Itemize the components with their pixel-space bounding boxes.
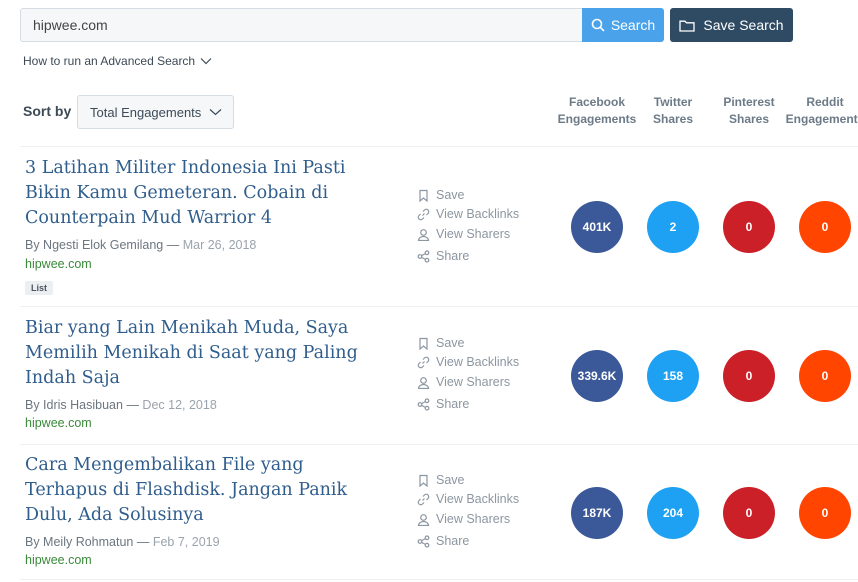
pinterest-shares-badge: 0	[723, 350, 775, 402]
view-backlinks-action[interactable]: View Backlinks	[417, 492, 519, 506]
view-backlinks-action[interactable]: View Backlinks	[417, 207, 519, 221]
article-byline: By Idris Hasibuan — Dec 12, 2018	[25, 398, 217, 412]
column-header-line: Reddit	[806, 95, 844, 109]
bookmark-icon	[419, 474, 428, 487]
divider	[20, 579, 858, 580]
view-backlinks-label: View Backlinks	[436, 207, 520, 221]
save-action[interactable]: Save	[417, 188, 465, 202]
save-action[interactable]: Save	[417, 336, 465, 350]
article-domain-link[interactable]: hipwee.com	[25, 553, 92, 567]
chevron-down-icon	[209, 109, 222, 116]
column-header-line: Twitter	[653, 95, 693, 109]
share-icon	[417, 397, 430, 411]
article-date: Mar 26, 2018	[182, 238, 257, 252]
article-domain-link[interactable]: hipwee.com	[25, 416, 92, 430]
view-sharers-action[interactable]: View Sharers	[417, 512, 510, 526]
column-header-facebook[interactable]: Facebook Engagements	[555, 94, 639, 128]
reddit-engagements-badge: 0	[799, 201, 851, 253]
facebook-engagements-badge: 339.6K	[571, 350, 623, 402]
advanced-search-label: How to run an Advanced Search	[23, 54, 196, 68]
column-header-line: Engagements	[557, 112, 637, 126]
view-backlinks-label: View Backlinks	[436, 492, 520, 506]
search-input[interactable]	[20, 8, 582, 42]
article-author: By Ngesti Elok Gemilang	[25, 238, 164, 252]
save-action-label: Save	[436, 336, 465, 350]
column-header-line: Shares	[652, 112, 694, 126]
article-title-link[interactable]: 3 Latihan Militer Indonesia Ini Pasti Bi…	[25, 156, 385, 231]
reddit-engagements-badge: 0	[799, 350, 851, 402]
link-icon	[417, 493, 430, 505]
user-icon	[417, 376, 430, 389]
user-icon	[417, 228, 430, 241]
article-author: By Idris Hasibuan	[25, 398, 123, 412]
share-icon	[417, 534, 430, 548]
sort-select[interactable]: Total Engagements	[77, 95, 234, 129]
view-sharers-label: View Sharers	[436, 512, 511, 526]
divider	[20, 146, 858, 147]
share-action-label: Share	[436, 534, 470, 548]
share-action[interactable]: Share	[417, 534, 469, 548]
search-button[interactable]: Search	[582, 8, 664, 42]
column-header-line: Pinterest	[723, 95, 775, 109]
column-header-reddit[interactable]: Reddit Engagements	[783, 94, 858, 128]
folder-icon	[679, 20, 696, 32]
save-search-label: Save Search	[703, 17, 784, 33]
reddit-engagements-badge: 0	[799, 487, 851, 539]
column-header-line: Facebook	[568, 95, 625, 109]
chevron-down-icon	[200, 58, 212, 65]
link-icon	[417, 208, 430, 220]
article-author: By Meily Rohmatun	[25, 535, 134, 549]
divider	[20, 306, 858, 307]
sort-selected-value: Total Engagements	[90, 104, 202, 120]
share-action-label: Share	[436, 249, 470, 263]
article-domain-link[interactable]: hipwee.com	[25, 257, 92, 271]
bookmark-icon	[419, 337, 428, 350]
save-search-button[interactable]: Save Search	[670, 8, 793, 42]
divider	[20, 444, 858, 445]
share-icon	[417, 249, 430, 263]
facebook-engagements-badge: 401K	[571, 201, 623, 253]
column-header-line: Engagements	[785, 112, 858, 126]
save-action-label: Save	[436, 188, 465, 202]
article-tag-badge: List	[25, 281, 54, 295]
view-backlinks-action[interactable]: View Backlinks	[417, 355, 519, 369]
view-sharers-action[interactable]: View Sharers	[417, 227, 510, 241]
save-action[interactable]: Save	[417, 473, 465, 487]
share-action[interactable]: Share	[417, 397, 469, 411]
link-icon	[417, 356, 430, 368]
facebook-engagements-badge: 187K	[571, 487, 623, 539]
pinterest-shares-badge: 0	[723, 201, 775, 253]
article-title-link[interactable]: Biar yang Lain Menikah Muda, Saya Memili…	[25, 316, 385, 391]
article-byline: By Meily Rohmatun — Feb 7, 2019	[25, 535, 220, 549]
article-title-link[interactable]: Cara Mengembalikan File yang Terhapus di…	[25, 453, 385, 528]
article-date: Dec 12, 2018	[142, 398, 217, 412]
share-action[interactable]: Share	[417, 249, 469, 263]
bookmark-icon	[419, 189, 428, 202]
article-date: Feb 7, 2019	[152, 535, 220, 549]
view-sharers-action[interactable]: View Sharers	[417, 375, 510, 389]
save-action-label: Save	[436, 473, 465, 487]
column-header-twitter[interactable]: Twitter Shares	[631, 94, 715, 128]
sort-label: Sort by	[23, 103, 72, 119]
twitter-shares-badge: 204	[647, 487, 699, 539]
advanced-search-link[interactable]: How to run an Advanced Search	[23, 54, 212, 68]
search-icon	[591, 18, 605, 32]
pinterest-shares-badge: 0	[723, 487, 775, 539]
view-sharers-label: View Sharers	[436, 227, 511, 241]
column-header-pinterest[interactable]: Pinterest Shares	[707, 94, 791, 128]
twitter-shares-badge: 2	[647, 201, 699, 253]
share-action-label: Share	[436, 397, 470, 411]
twitter-shares-badge: 158	[647, 350, 699, 402]
column-header-line: Shares	[728, 112, 770, 126]
view-sharers-label: View Sharers	[436, 375, 511, 389]
user-icon	[417, 513, 430, 526]
article-byline: By Ngesti Elok Gemilang — Mar 26, 2018	[25, 238, 257, 252]
view-backlinks-label: View Backlinks	[436, 355, 520, 369]
search-button-label: Search	[610, 17, 656, 33]
